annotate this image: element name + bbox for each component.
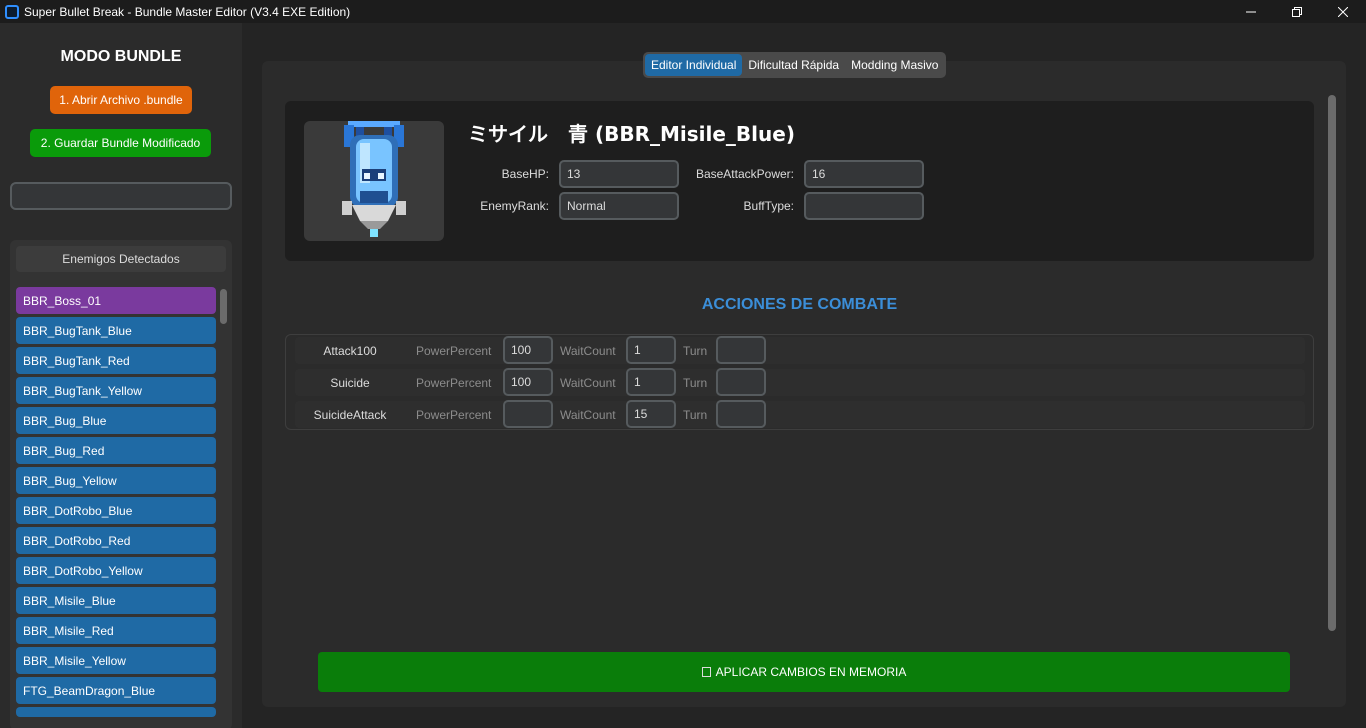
enemy-list-item[interactable]: BBR_Bug_Blue — [16, 407, 216, 434]
enemy-list-item[interactable]: BBR_Bug_Yellow — [16, 467, 216, 494]
action-name: Suicide — [330, 375, 370, 390]
search-input[interactable] — [10, 182, 232, 210]
save-icon — [701, 667, 711, 677]
wait-count-input[interactable]: 15 — [626, 400, 676, 428]
minimize-icon[interactable] — [1228, 0, 1274, 23]
enemy-list-item[interactable]: BBR_DotRobo_Red — [16, 527, 216, 554]
enemy-name-heading: ミサイル 青 (BBR_Misile_Blue) — [468, 122, 795, 146]
action-row: SuicideAttack PowerPercent WaitCount 15 … — [295, 400, 1305, 428]
sidebar: MODO BUNDLE 1. Abrir Archivo .bundle 2. … — [0, 23, 242, 728]
enemy-detail-card: ミサイル 青 (BBR_Misile_Blue) BaseHP: 13 Base… — [285, 101, 1314, 261]
wait-count-label: WaitCount — [560, 407, 616, 422]
open-bundle-button[interactable]: 1. Abrir Archivo .bundle — [50, 86, 192, 114]
tab-modding-masivo[interactable]: Modding Masivo — [845, 54, 944, 76]
enemy-rank-label: EnemyRank: — [480, 199, 549, 213]
wait-count-label: WaitCount — [560, 343, 616, 358]
buff-type-label: BuffType: — [743, 199, 794, 213]
main-scrollbar[interactable] — [1328, 95, 1336, 631]
action-row: Suicide PowerPercent 100 WaitCount 1 Tur… — [295, 368, 1305, 396]
enemy-list-header: Enemigos Detectados — [16, 246, 226, 272]
enemy-list-item[interactable]: BBR_Boss_01 — [16, 287, 216, 314]
wait-count-input[interactable]: 1 — [626, 368, 676, 396]
base-hp-label: BaseHP: — [501, 167, 549, 181]
enemy-list-item[interactable]: BBR_BugTank_Red — [16, 347, 216, 374]
restore-icon[interactable] — [1274, 0, 1320, 23]
base-attack-label: BaseAttackPower: — [695, 167, 794, 181]
combat-actions-title: ACCIONES DE COMBATE — [701, 296, 898, 313]
enemy-list-item[interactable]: BBR_Misile_Red — [16, 617, 216, 644]
close-icon[interactable] — [1320, 0, 1366, 23]
enemy-list-item[interactable]: BBR_DotRobo_Blue — [16, 497, 216, 524]
action-name: Attack100 — [323, 343, 377, 358]
tab-dificultad-rapida[interactable]: Dificultad Rápida — [742, 54, 845, 76]
power-percent-input[interactable] — [503, 400, 553, 428]
turn-label: Turn — [683, 343, 708, 358]
tab-editor-individual[interactable]: Editor Individual — [645, 54, 743, 76]
enemy-list-panel: Enemigos Detectados BBR_Boss_01 BBR_BugT… — [10, 240, 232, 728]
app-icon — [5, 4, 19, 19]
wait-count-label: WaitCount — [560, 375, 616, 390]
base-hp-input[interactable]: 13 — [559, 160, 679, 188]
turn-input[interactable] — [716, 336, 766, 364]
enemy-list-item[interactable]: FTG_BeamDragon_Blue — [16, 677, 216, 704]
apply-changes-label: APLICAR CAMBIOS EN MEMORIA — [715, 665, 907, 679]
enemy-list-item[interactable]: BBR_BugTank_Yellow — [16, 377, 216, 404]
power-percent-input[interactable]: 100 — [503, 368, 553, 396]
enemy-portrait — [304, 121, 444, 241]
turn-label: Turn — [683, 375, 708, 390]
enemy-list-item[interactable]: BBR_Misile_Blue — [16, 587, 216, 614]
enemy-list-item[interactable]: BBR_Misile_Yellow — [16, 647, 216, 674]
tab-bar: Editor Individual Dificultad Rápida Modd… — [643, 52, 947, 78]
title-bar: Super Bullet Break - Bundle Master Edito… — [0, 0, 1366, 23]
save-bundle-button[interactable]: 2. Guardar Bundle Modificado — [30, 129, 211, 157]
combat-actions-table: Attack100 PowerPercent 100 WaitCount 1 T… — [285, 334, 1314, 430]
enemy-list-scrollbar[interactable] — [220, 289, 227, 324]
enemy-list: BBR_Boss_01 BBR_BugTank_Blue BBR_BugTank… — [16, 287, 216, 720]
power-percent-label: PowerPercent — [416, 375, 492, 390]
apply-changes-button[interactable]: APLICAR CAMBIOS EN MEMORIA — [318, 652, 1290, 692]
base-attack-input[interactable]: 16 — [804, 160, 924, 188]
enemy-list-item[interactable]: BBR_DotRobo_Yellow — [16, 557, 216, 584]
buff-type-input[interactable] — [804, 192, 924, 220]
power-percent-label: PowerPercent — [416, 407, 492, 422]
mode-title: MODO BUNDLE — [60, 48, 182, 65]
action-name: SuicideAttack — [313, 407, 387, 422]
enemy-list-item-partial[interactable] — [16, 707, 216, 717]
turn-label: Turn — [683, 407, 708, 422]
power-percent-label: PowerPercent — [416, 343, 492, 358]
window-title: Super Bullet Break - Bundle Master Edito… — [24, 4, 351, 19]
turn-input[interactable] — [716, 400, 766, 428]
turn-input[interactable] — [716, 368, 766, 396]
action-row: Attack100 PowerPercent 100 WaitCount 1 T… — [295, 336, 1305, 364]
wait-count-input[interactable]: 1 — [626, 336, 676, 364]
power-percent-input[interactable]: 100 — [503, 336, 553, 364]
enemy-list-item[interactable]: BBR_Bug_Red — [16, 437, 216, 464]
enemy-rank-input[interactable]: Normal — [559, 192, 679, 220]
enemy-list-item[interactable]: BBR_BugTank_Blue — [16, 317, 216, 344]
window-controls — [1228, 0, 1366, 23]
